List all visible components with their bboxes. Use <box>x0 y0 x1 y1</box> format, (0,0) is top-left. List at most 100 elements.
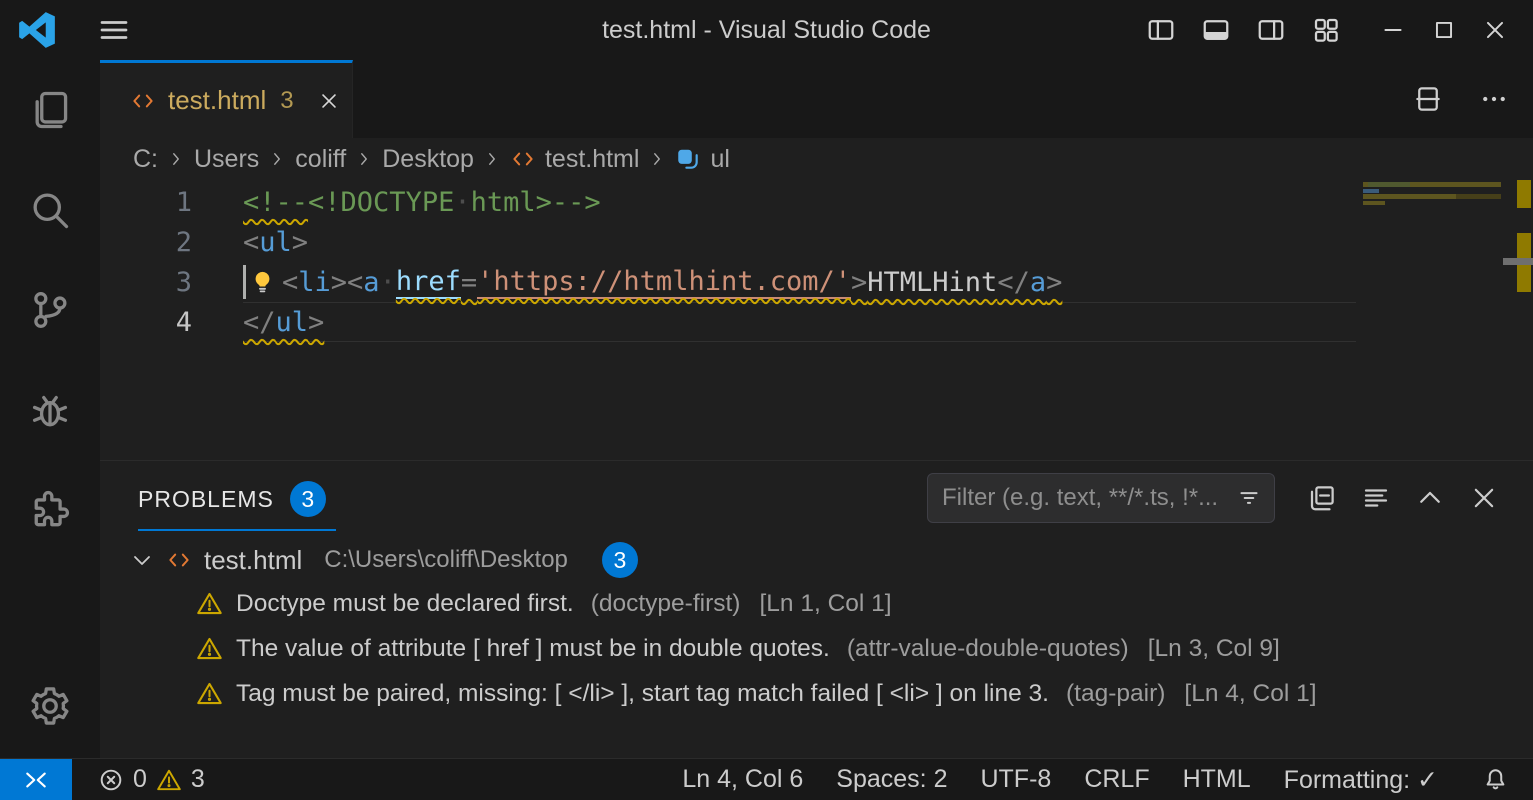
toggle-secondary-sidebar-icon[interactable] <box>1256 15 1286 45</box>
html-file-icon <box>130 88 156 114</box>
title-bar: test.html - Visual Studio Code <box>0 0 1533 60</box>
problems-filter-input[interactable] <box>942 484 1236 512</box>
code-token: </ <box>243 307 276 338</box>
breadcrumb-label: coliff <box>295 145 346 174</box>
breadcrumb: C: Users coliff Desktop test.html ul <box>100 138 1533 180</box>
maximize-panel-icon[interactable] <box>1415 483 1445 513</box>
minimap[interactable] <box>1363 180 1503 460</box>
filter-icon[interactable] <box>1236 485 1262 511</box>
problems-file-row[interactable]: test.htmlC:\Users\coliff\Desktop3 <box>100 539 1533 581</box>
breadcrumb-item-ul[interactable]: ul <box>675 145 729 174</box>
code-token: > <box>1046 267 1062 298</box>
view-as-list-icon[interactable] <box>1361 483 1391 513</box>
breadcrumb-separator-icon <box>167 150 185 168</box>
code-token: < <box>282 267 298 298</box>
close-tab-icon[interactable] <box>318 90 340 112</box>
menu-icon[interactable] <box>96 12 132 48</box>
minimize-button[interactable] <box>1380 17 1406 43</box>
status-bar: 0 3 Ln 4, Col 6 Spaces: 2 UTF-8 CRLF HTML For… <box>0 758 1533 800</box>
expand-chevron-icon[interactable] <box>130 548 154 572</box>
search-icon[interactable] <box>28 188 72 232</box>
problem-row[interactable]: Tag must be paired, missing: [ </li> ], … <box>100 671 1533 716</box>
code-line-1[interactable]: 1<!--<!DOCTYPE·html>--> <box>100 182 1363 222</box>
warnings-icon <box>156 767 182 793</box>
problem-row[interactable]: Doctype must be declared first. (doctype-… <box>100 581 1533 626</box>
lightbulb-icon[interactable] <box>249 269 276 296</box>
breadcrumb-item-c[interactable]: C: <box>133 145 158 174</box>
code-line-3[interactable]: 3<li><a·href='https://htmlhint.com/'>HTM… <box>100 262 1363 302</box>
problem-rule: (doctype-first) <box>591 590 741 618</box>
code-editor[interactable]: 1<!--<!DOCTYPE·html>-->2<ul>3<li><a·href… <box>100 180 1533 460</box>
code-token: <!DOCTYPE <box>308 187 454 218</box>
html-file-icon <box>166 547 192 573</box>
errors-count: 0 <box>133 765 147 794</box>
code-line-4[interactable]: 4 </ul> <box>100 302 1363 342</box>
problem-row[interactable]: The value of attribute [ href ] must be … <box>100 626 1533 671</box>
status-indentation[interactable]: Spaces: 2 <box>836 765 947 794</box>
status-encoding[interactable]: UTF-8 <box>980 765 1051 794</box>
minimap-mark <box>1368 182 1410 187</box>
minimap-mark <box>1363 201 1385 205</box>
tab-problems-count: 3 <box>280 87 293 115</box>
problems-file-name: test.html <box>204 545 302 576</box>
status-problems[interactable]: 0 3 <box>98 765 205 794</box>
breadcrumb-separator-icon <box>483 150 501 168</box>
breadcrumb-label: Desktop <box>382 145 474 174</box>
problem-message: Doctype must be declared first. <box>236 590 574 618</box>
breadcrumb-separator-icon <box>268 150 286 168</box>
code-token: HTMLHint <box>867 267 997 298</box>
code-token: < <box>243 227 259 258</box>
tab-test-html[interactable]: test.html 3 <box>100 60 353 138</box>
more-actions-icon[interactable] <box>1479 84 1509 114</box>
close-window-button[interactable] <box>1482 17 1508 43</box>
code-token: 'https://htmlhint.com/' <box>477 266 851 299</box>
warning-icon <box>196 680 223 707</box>
activity-bar <box>0 60 100 758</box>
breadcrumb-item-coliff[interactable]: coliff <box>295 145 346 174</box>
breadcrumb-item-testhtml[interactable]: test.html <box>510 145 639 174</box>
extensions-icon[interactable] <box>28 488 72 532</box>
ruler-mark <box>1503 258 1533 265</box>
close-panel-icon[interactable] <box>1469 483 1499 513</box>
code-token: > <box>292 227 308 258</box>
line-number: 4 <box>100 307 192 338</box>
tab-problems[interactable]: PROBLEMS 3 <box>138 465 336 531</box>
code-token: ul <box>259 227 292 258</box>
line-number: 2 <box>100 227 192 258</box>
maximize-button[interactable] <box>1431 17 1457 43</box>
status-eol[interactable]: CRLF <box>1084 765 1149 794</box>
code-token: > <box>308 307 324 338</box>
collapse-all-icon[interactable] <box>1307 483 1337 513</box>
breadcrumb-label: ul <box>710 145 729 174</box>
symbol-element-icon <box>675 146 701 172</box>
minimap-mark <box>1456 194 1501 199</box>
code-token: = <box>461 267 477 298</box>
settings-gear-icon[interactable] <box>28 684 72 728</box>
toggle-panel-icon[interactable] <box>1201 15 1231 45</box>
code-token: ul <box>276 307 309 338</box>
toggle-primary-sidebar-icon[interactable] <box>1146 15 1176 45</box>
problem-message: Tag must be paired, missing: [ </li> ], … <box>236 680 1049 708</box>
code-token: html>--> <box>471 187 601 218</box>
status-language-mode[interactable]: HTML <box>1183 765 1251 794</box>
tab-bar: test.html 3 <box>100 60 1533 138</box>
explorer-icon[interactable] <box>28 88 72 132</box>
run-debug-icon[interactable] <box>28 388 72 432</box>
remote-indicator[interactable] <box>0 759 72 800</box>
split-editor-icon[interactable] <box>1413 84 1443 114</box>
code-token: li <box>298 267 331 298</box>
line-number: 1 <box>100 187 192 218</box>
code-token: · <box>380 267 396 298</box>
customize-layout-icon[interactable] <box>1311 15 1341 45</box>
breadcrumb-item-users[interactable]: Users <box>194 145 259 174</box>
source-control-icon[interactable] <box>28 288 72 332</box>
notifications-bell-icon[interactable] <box>1482 766 1509 793</box>
problem-rule: (attr-value-double-quotes) <box>847 635 1129 663</box>
status-formatting[interactable]: Formatting: ✓ <box>1284 765 1438 795</box>
breadcrumb-item-desktop[interactable]: Desktop <box>382 145 474 174</box>
ruler-mark <box>1517 180 1531 208</box>
line-number: 3 <box>100 267 192 298</box>
code-line-2[interactable]: 2 <ul> <box>100 222 1363 262</box>
minimap-mark <box>1363 194 1456 199</box>
status-cursor-position[interactable]: Ln 4, Col 6 <box>682 765 803 794</box>
